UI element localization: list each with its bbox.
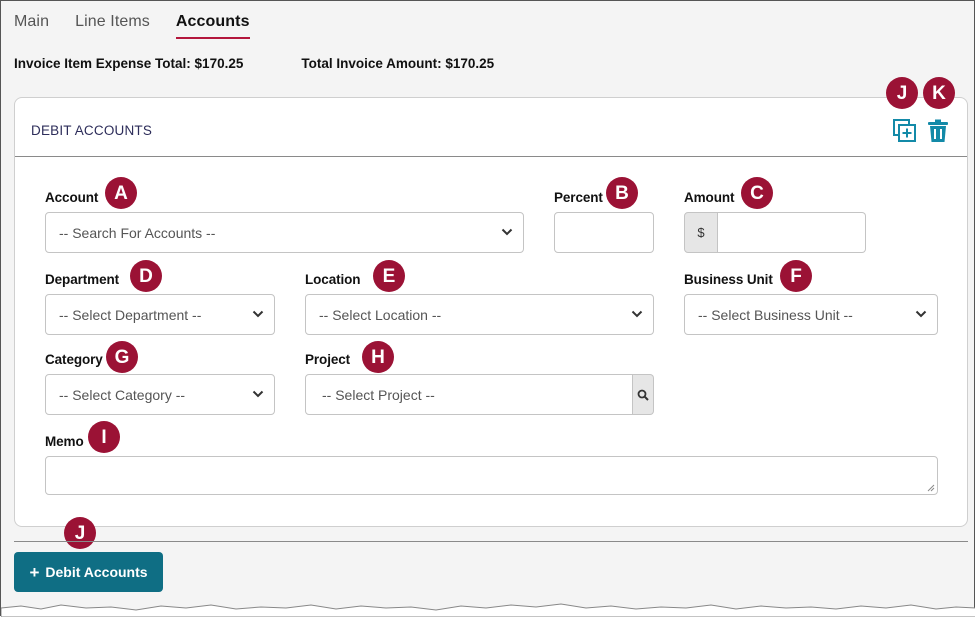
add-debit-accounts-button[interactable]: + Debit Accounts — [14, 552, 163, 592]
torn-edge — [1, 603, 975, 617]
tab-main[interactable]: Main — [14, 13, 49, 39]
tab-bar: Main Line Items Accounts — [14, 13, 276, 39]
category-label: Category — [45, 352, 103, 367]
business-unit-placeholder: -- Select Business Unit -- — [698, 306, 853, 323]
category-placeholder: -- Select Category -- — [59, 386, 186, 403]
card-title: DEBIT ACCOUNTS — [31, 123, 153, 138]
callout-badge-d: D — [130, 260, 162, 292]
business-unit-label: Business Unit — [684, 272, 773, 287]
currency-prefix: $ — [684, 212, 718, 253]
project-label: Project — [305, 352, 351, 367]
callout-badge-b: B — [606, 177, 638, 209]
amount-input[interactable] — [718, 212, 866, 253]
memo-textarea[interactable] — [45, 456, 938, 495]
percent-input[interactable] — [554, 212, 654, 253]
callout-badge-a: A — [105, 177, 137, 209]
chevron-down-icon — [252, 310, 264, 318]
business-unit-select[interactable]: -- Select Business Unit -- — [684, 294, 938, 335]
chevron-down-icon — [252, 390, 264, 398]
callout-badge-g: G — [106, 341, 138, 373]
expense-total: Invoice Item Expense Total: $170.25 — [14, 56, 244, 71]
callout-badge-h: H — [362, 341, 394, 373]
section-divider — [14, 541, 968, 542]
department-select[interactable]: -- Select Department -- — [45, 294, 275, 335]
amount-label: Amount — [684, 190, 735, 205]
category-select[interactable]: -- Select Category -- — [45, 374, 275, 415]
page-frame: Main Line Items Accounts Invoice Item Ex… — [0, 0, 975, 617]
chevron-down-icon — [631, 310, 643, 318]
callout-badge-f: F — [780, 260, 812, 292]
memo-label: Memo — [45, 434, 84, 449]
add-copy-icon[interactable] — [892, 118, 918, 144]
tab-line-items[interactable]: Line Items — [75, 13, 150, 39]
search-icon — [637, 389, 649, 401]
project-select[interactable]: -- Select Project -- — [305, 374, 633, 415]
account-search-select[interactable]: -- Search For Accounts -- — [45, 212, 524, 253]
location-select[interactable]: -- Select Location -- — [305, 294, 654, 335]
callout-badge-j-top: J — [886, 77, 918, 109]
card-header: DEBIT ACCOUNTS — [15, 98, 967, 157]
invoice-total: Total Invoice Amount: $170.25 — [301, 56, 495, 71]
chevron-down-icon — [501, 228, 513, 236]
chevron-down-icon — [915, 310, 927, 318]
account-placeholder: -- Search For Accounts -- — [59, 224, 216, 241]
callout-badge-j-bottom: J — [64, 517, 96, 549]
percent-label: Percent — [554, 190, 603, 205]
account-label: Account — [45, 190, 99, 205]
callout-badge-k: K — [923, 77, 955, 109]
totals-row: Invoice Item Expense Total: $170.25 Tota… — [14, 56, 552, 71]
location-placeholder: -- Select Location -- — [319, 306, 442, 323]
trash-icon[interactable] — [925, 118, 951, 144]
add-debit-accounts-label: Debit Accounts — [45, 564, 148, 580]
department-placeholder: -- Select Department -- — [59, 306, 202, 323]
resize-handle-icon[interactable] — [927, 484, 935, 492]
location-label: Location — [305, 272, 361, 287]
callout-badge-e: E — [373, 260, 405, 292]
department-label: Department — [45, 272, 120, 287]
project-placeholder: -- Select Project -- — [322, 386, 435, 403]
callout-badge-c: C — [741, 177, 773, 209]
plus-icon: + — [29, 562, 40, 582]
project-search-button[interactable] — [633, 374, 654, 415]
callout-badge-i: I — [88, 421, 120, 453]
tab-accounts[interactable]: Accounts — [175, 13, 250, 39]
